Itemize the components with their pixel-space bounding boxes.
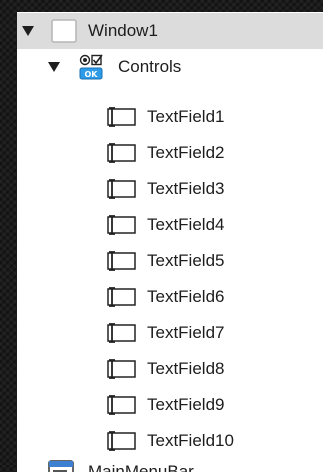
tree-item-label: TextField3 xyxy=(147,179,225,198)
svg-text:OK: OK xyxy=(85,70,99,79)
textfield-icon xyxy=(107,215,136,235)
tree-item-label: Window1 xyxy=(88,21,158,40)
textfield-icon xyxy=(107,179,136,199)
tree-item-label: MainMenuBar xyxy=(88,462,194,472)
textfield-icon xyxy=(107,251,136,271)
tree-item-label: TextField9 xyxy=(147,395,225,414)
menubar-icon xyxy=(48,460,74,472)
textfield-icon xyxy=(107,431,136,451)
tree-item-window1[interactable]: Window1 xyxy=(17,13,323,49)
disclosure-triangle-down-icon[interactable] xyxy=(22,26,34,36)
project-tree: Window1 OK Controls TextField1 TextField… xyxy=(17,12,323,472)
tree-item-textfield9[interactable]: TextField9 xyxy=(17,387,323,423)
textfield-icon xyxy=(107,287,136,307)
tree-item-label: TextField1 xyxy=(147,107,225,126)
tree-item-mainmenubar[interactable]: MainMenuBar xyxy=(17,452,323,472)
tree-item-textfield7[interactable]: TextField7 xyxy=(17,315,323,351)
tree-item-textfield1[interactable]: TextField1 xyxy=(17,99,323,135)
textfield-icon xyxy=(107,323,136,343)
tree-item-label: TextField6 xyxy=(147,287,225,306)
disclosure-triangle-down-icon[interactable] xyxy=(48,62,60,72)
window-icon xyxy=(51,19,77,43)
tree-item-textfield8[interactable]: TextField8 xyxy=(17,351,323,387)
textfield-icon xyxy=(107,359,136,379)
tree-item-textfield2[interactable]: TextField2 xyxy=(17,135,323,171)
tree-item-textfield5[interactable]: TextField5 xyxy=(17,243,323,279)
textfield-icon xyxy=(107,395,136,415)
tree-item-label: TextField5 xyxy=(147,251,225,270)
tree-item-textfield3[interactable]: TextField3 xyxy=(17,171,323,207)
tree-item-controls[interactable]: OK Controls xyxy=(17,49,323,85)
tree-item-label: Controls xyxy=(118,57,182,76)
controls-icon: OK xyxy=(79,54,103,80)
textfield-icon xyxy=(107,107,136,127)
textfield-icon xyxy=(107,143,136,163)
tree-item-textfield4[interactable]: TextField4 xyxy=(17,207,323,243)
tree-item-label: TextField8 xyxy=(147,359,225,378)
tree-item-textfield6[interactable]: TextField6 xyxy=(17,279,323,315)
tree-item-label: TextField7 xyxy=(147,323,225,342)
tree-item-label: TextField2 xyxy=(147,143,225,162)
tree-item-label: TextField4 xyxy=(147,215,225,234)
tree-item-label: TextField10 xyxy=(147,431,234,450)
